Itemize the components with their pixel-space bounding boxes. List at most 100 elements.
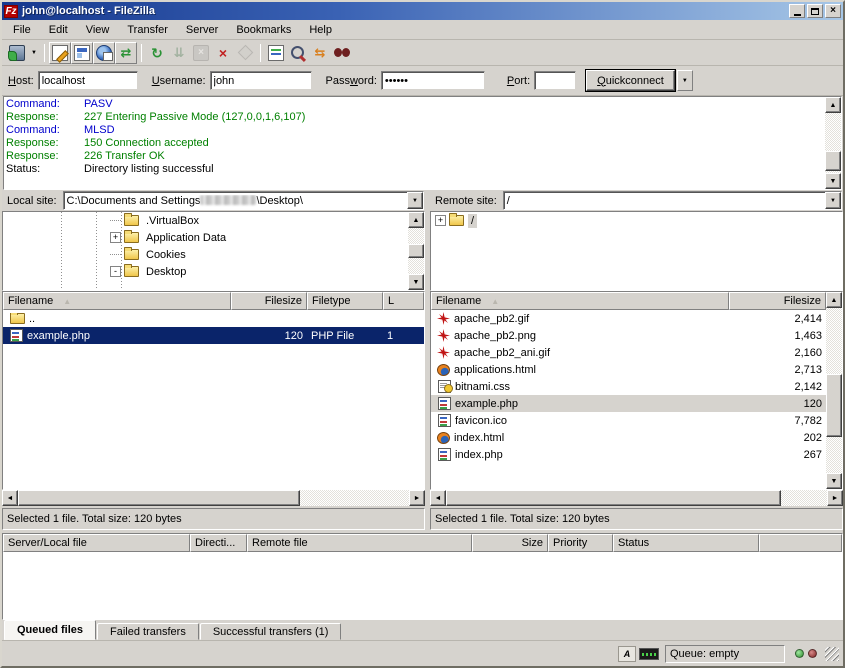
log-scrollbar[interactable]: ▲ ▼ <box>825 97 841 189</box>
speed-limit-icon[interactable] <box>639 648 659 660</box>
file-row[interactable]: favicon.ico 7,782 <box>431 412 826 429</box>
compare-directories-button[interactable] <box>287 42 309 64</box>
expand-plus-icon[interactable]: + <box>435 215 446 226</box>
file-row-example-php[interactable]: example.php 120 PHP File 1 <box>3 327 424 344</box>
column-server-local-file[interactable]: Server/Local file <box>3 534 190 552</box>
disconnect-button[interactable]: × <box>212 42 234 64</box>
column-priority[interactable]: Priority <box>548 534 613 552</box>
scroll-down-button[interactable]: ▼ <box>408 274 424 290</box>
file-row[interactable]: apache_pb2_ani.gif 2,160 <box>431 344 826 361</box>
remote-site-dropdown[interactable]: ▼ <box>825 192 841 209</box>
local-tree-scrollbar[interactable]: ▲ ▼ <box>408 212 424 290</box>
scroll-down-button[interactable]: ▼ <box>825 173 841 189</box>
file-row-example-php[interactable]: example.php 120 <box>431 395 826 412</box>
menu-file[interactable]: File <box>4 22 40 38</box>
file-row[interactable]: index.html 202 <box>431 429 826 446</box>
toggle-remote-tree-button[interactable] <box>93 42 115 64</box>
menu-edit[interactable]: Edit <box>40 22 77 38</box>
collapse-minus-icon[interactable]: - <box>110 266 121 277</box>
tree-item-cookies[interactable]: Cookies <box>3 246 408 263</box>
remote-list-hscrollbar[interactable]: ◄ ► <box>430 490 843 506</box>
file-row[interactable]: applications.html 2,713 <box>431 361 826 378</box>
tab-successful-transfers[interactable]: Successful transfers (1) <box>200 623 342 640</box>
tab-queued-files[interactable]: Queued files <box>4 620 96 640</box>
scroll-right-button[interactable]: ► <box>827 490 843 506</box>
scroll-thumb[interactable] <box>826 374 842 437</box>
toggle-queue-button[interactable]: ⇄ <box>115 42 137 64</box>
column-filename[interactable]: Filename▲ <box>3 292 231 310</box>
toggle-message-log-button[interactable] <box>49 42 71 64</box>
site-manager-dropdown[interactable]: ▼ <box>28 42 40 64</box>
minimize-button[interactable] <box>789 4 805 18</box>
synchronized-browsing-button[interactable]: ⇆ <box>309 42 331 64</box>
column-remote-file[interactable]: Remote file <box>247 534 472 552</box>
host-input[interactable] <box>38 71 138 90</box>
file-row[interactable]: index.php 267 <box>431 446 826 463</box>
scroll-up-button[interactable]: ▲ <box>408 212 424 228</box>
scroll-track[interactable] <box>825 113 841 173</box>
scroll-right-button[interactable]: ► <box>409 490 425 506</box>
scroll-up-button[interactable]: ▲ <box>826 292 842 308</box>
menu-server[interactable]: Server <box>177 22 227 38</box>
scroll-thumb[interactable] <box>446 490 781 506</box>
file-row-parent-dir[interactable]: .. <box>3 310 424 327</box>
menu-view[interactable]: View <box>77 22 119 38</box>
tree-item-root[interactable]: + / <box>431 212 842 229</box>
scroll-track[interactable] <box>18 490 409 506</box>
quickconnect-button[interactable]: Quickconnect <box>586 70 675 91</box>
file-row[interactable]: apache_pb2.png 1,463 <box>431 327 826 344</box>
close-button[interactable]: × <box>825 4 841 18</box>
scroll-up-button[interactable]: ▲ <box>825 97 841 113</box>
column-last-modified[interactable]: L <box>383 292 424 310</box>
expand-plus-icon[interactable]: + <box>110 232 121 243</box>
column-filesize[interactable]: Filesize <box>729 292 826 310</box>
scroll-track[interactable] <box>446 490 827 506</box>
password-input[interactable] <box>381 71 485 90</box>
local-list-hscrollbar[interactable]: ◄ ► <box>2 490 425 506</box>
local-site-dropdown[interactable]: ▼ <box>407 192 423 209</box>
maximize-button[interactable] <box>807 4 823 18</box>
data-type-indicator-icon[interactable]: A <box>618 646 636 662</box>
filter-button[interactable] <box>265 42 287 64</box>
column-direction[interactable]: Directi... <box>190 534 247 552</box>
site-manager-button[interactable] <box>6 42 28 64</box>
scroll-thumb[interactable] <box>825 151 841 171</box>
menu-transfer[interactable]: Transfer <box>118 22 177 38</box>
username-input[interactable] <box>210 71 312 90</box>
refresh-button[interactable]: ↻ <box>146 42 168 64</box>
clear-queue-button[interactable] <box>234 42 256 64</box>
cancel-operation-button[interactable]: × <box>190 42 212 64</box>
scroll-thumb[interactable] <box>408 244 424 258</box>
scroll-left-button[interactable]: ◄ <box>430 490 446 506</box>
column-filename[interactable]: Filename▲ <box>431 292 729 310</box>
remote-list-scrollbar[interactable]: ▲ ▼ <box>826 292 842 489</box>
column-size[interactable]: Size <box>472 534 548 552</box>
menu-help[interactable]: Help <box>300 22 341 38</box>
file-row[interactable]: bitnami.css 2,142 <box>431 378 826 395</box>
toggle-local-tree-button[interactable] <box>71 42 93 64</box>
scroll-down-button[interactable]: ▼ <box>826 473 842 489</box>
tree-item-desktop[interactable]: - Desktop <box>3 263 408 280</box>
quickconnect-dropdown[interactable]: ▼ <box>677 70 693 91</box>
column-status[interactable]: Status <box>613 534 759 552</box>
remote-site-combo[interactable]: / ▼ <box>503 191 842 210</box>
remote-file-list[interactable]: apache_pb2.gif 2,414 apache_pb2.png 1,46… <box>431 310 826 489</box>
scroll-track[interactable] <box>408 228 424 274</box>
scroll-track[interactable] <box>826 308 842 473</box>
local-file-list[interactable]: .. example.php 120 PHP File 1 <box>3 310 424 489</box>
menu-bookmarks[interactable]: Bookmarks <box>227 22 300 38</box>
tree-item-virtualbox[interactable]: .VirtualBox <box>3 212 408 229</box>
local-directory-tree[interactable]: .VirtualBox + Application Data Cookies -… <box>3 212 408 290</box>
process-queue-button[interactable]: ⇊ <box>168 42 190 64</box>
port-input[interactable] <box>534 71 576 90</box>
scroll-left-button[interactable]: ◄ <box>2 490 18 506</box>
tab-failed-transfers[interactable]: Failed transfers <box>97 623 199 640</box>
remote-directory-tree[interactable]: + / <box>431 212 842 290</box>
scroll-thumb[interactable] <box>18 490 300 506</box>
column-filesize[interactable]: Filesize <box>231 292 307 310</box>
queue-list[interactable] <box>3 552 842 619</box>
file-row[interactable]: apache_pb2.gif 2,414 <box>431 310 826 327</box>
find-files-button[interactable] <box>331 42 353 64</box>
local-site-combo[interactable]: C:\Documents and Settings\Desktop\ ▼ <box>63 191 424 210</box>
resize-grip[interactable] <box>825 647 839 661</box>
